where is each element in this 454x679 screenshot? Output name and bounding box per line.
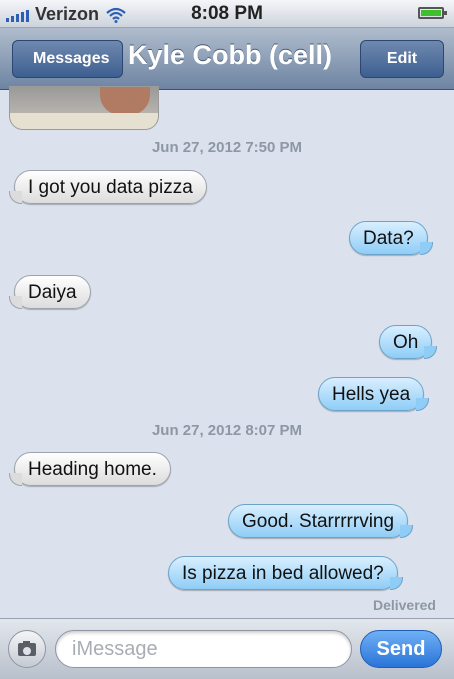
status-time: 8:08 PM	[191, 3, 263, 24]
message-bubble-received[interactable]: I got you data pizza	[9, 170, 207, 204]
back-button[interactable]: Messages	[8, 40, 123, 78]
photo-message-thumbnail[interactable]	[9, 86, 159, 130]
message-bubble-sent[interactable]: Good. Starrrrrving	[228, 504, 414, 538]
message-bubble-sent[interactable]: Data?	[349, 221, 433, 255]
message-bubble-sent[interactable]: Hells yea	[318, 377, 430, 411]
status-bar: Verizon 8:08 PM	[0, 0, 454, 28]
send-button[interactable]: Send	[360, 630, 442, 668]
edit-button[interactable]: Edit	[360, 40, 444, 78]
message-bubble-received[interactable]: Heading home.	[9, 452, 171, 486]
navigation-bar: Messages Kyle Cobb (cell) Edit	[0, 28, 454, 90]
message-bubble-sent[interactable]: Oh	[379, 325, 438, 359]
message-bubble-received[interactable]: Daiya	[9, 275, 91, 309]
conversation-title: Kyle Cobb (cell)	[128, 40, 333, 70]
back-button-label[interactable]: Messages	[12, 40, 123, 78]
message-bubble-sent[interactable]: Is pizza in bed allowed?	[168, 556, 403, 590]
battery-icon	[418, 7, 447, 19]
camera-button[interactable]	[8, 630, 46, 668]
delivered-status: Delivered	[372, 597, 436, 613]
message-timestamp: Jun 27, 2012 7:50 PM	[151, 139, 303, 156]
message-timestamp: Jun 27, 2012 8:07 PM	[151, 422, 303, 439]
message-composer: Send	[0, 618, 454, 679]
message-input[interactable]	[55, 630, 352, 668]
photo-content	[100, 87, 150, 115]
